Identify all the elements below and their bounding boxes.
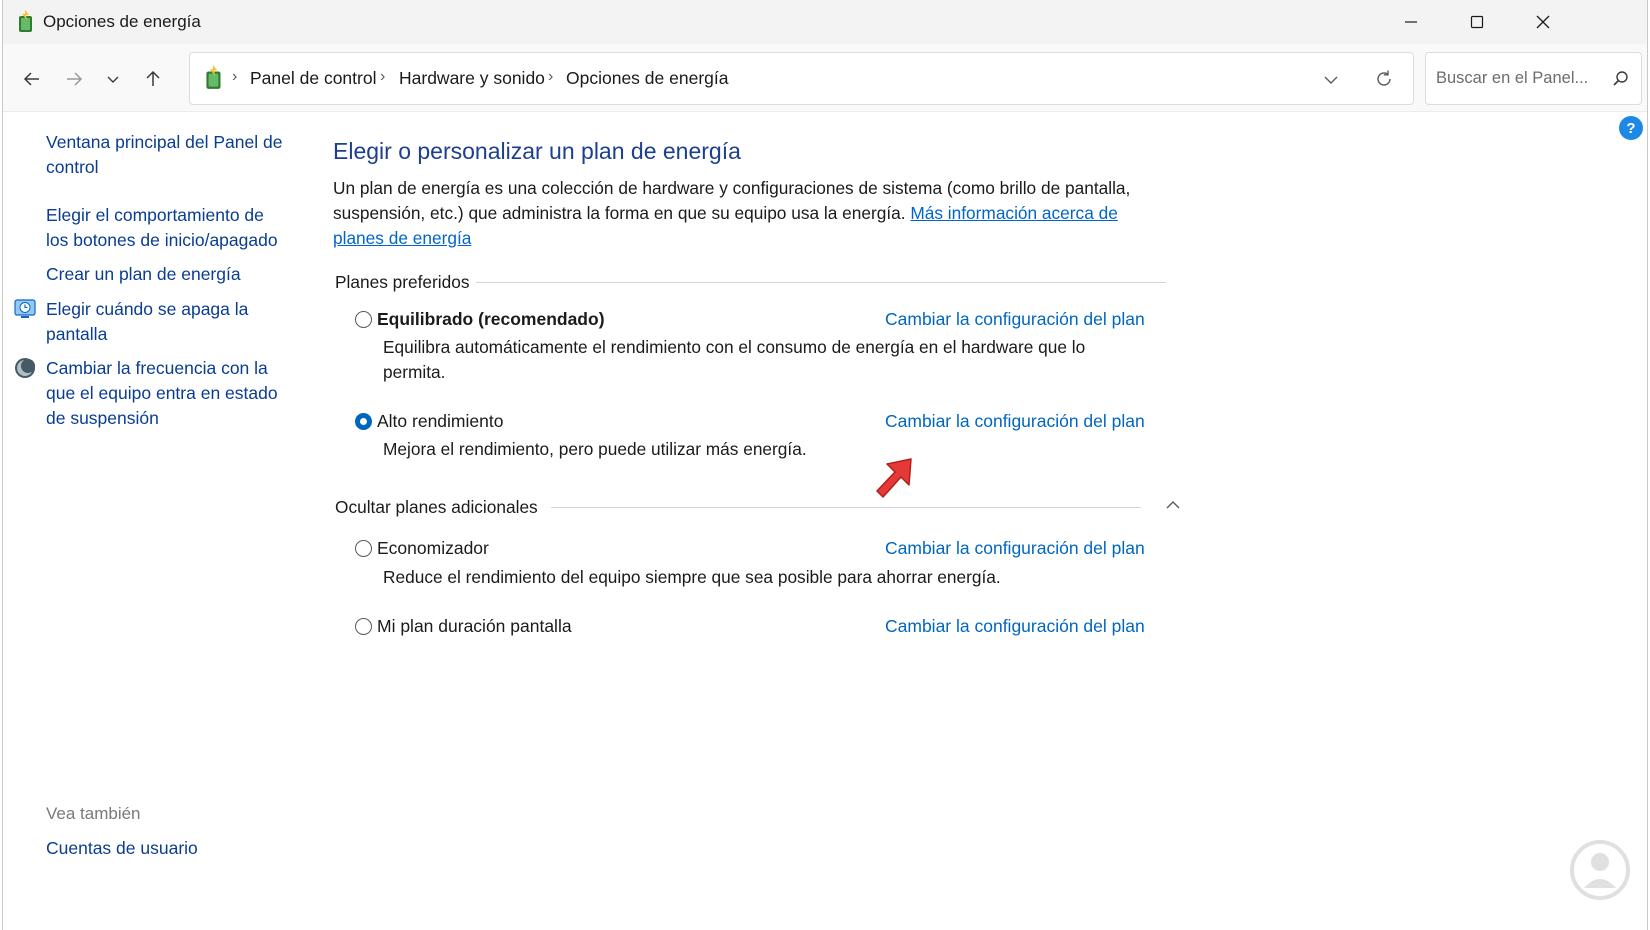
change-plan-link-high-performance[interactable]: Cambiar la configuración del plan [885, 411, 1145, 432]
plan-radio-custom[interactable] [355, 618, 372, 635]
search-placeholder: Buscar en el Panel... [1436, 69, 1589, 87]
plan-radio-power-saver[interactable] [355, 540, 372, 557]
plan-radio-balanced[interactable] [355, 311, 372, 328]
watermark-logo-icon [1568, 838, 1632, 902]
navigation-bar: › Panel de control › Hardware y sonido ›… [3, 44, 1647, 112]
address-bar[interactable]: › Panel de control › Hardware y sonido ›… [189, 52, 1414, 105]
chevron-up-icon[interactable] [1164, 498, 1182, 512]
plan-description-balanced: Equilibra automáticamente el rendimiento… [383, 337, 1086, 382]
see-also-user-accounts[interactable]: Cuentas de usuario [46, 838, 198, 859]
page-title: Elegir o personalizar un plan de energía [333, 138, 741, 164]
annotation-arrow-icon [871, 455, 923, 507]
minimize-icon [1405, 21, 1417, 23]
plan-name-balanced[interactable]: Equilibrado (recomendado) [377, 309, 605, 330]
sidebar-link-create-plan[interactable]: Crear un plan de energía [46, 262, 291, 287]
search-icon[interactable] [1611, 69, 1631, 89]
breadcrumb-separator: › [380, 68, 386, 85]
chevron-down-icon [107, 76, 119, 83]
forward-button[interactable] [61, 66, 87, 92]
see-also-label: Vea también [46, 804, 141, 823]
intro-paragraph: Un plan de energía es una colección de h… [333, 176, 1173, 251]
breadcrumb-opciones-de-energia[interactable]: Opciones de energía [566, 68, 728, 89]
chevron-down-icon [1324, 76, 1338, 84]
plan-description-high-performance: Mejora el rendimiento, pero puede utiliz… [383, 439, 807, 459]
close-icon [1536, 15, 1550, 29]
change-plan-link-power-saver[interactable]: Cambiar la configuración del plan [885, 538, 1145, 559]
breadcrumb-separator: › [232, 68, 238, 85]
power-options-icon [202, 65, 226, 91]
sidebar-link-sleep-frequency[interactable]: Cambiar la frecuencia con la que el equi… [46, 356, 291, 431]
plan-radio-high-performance[interactable] [355, 413, 372, 430]
maximize-icon [1470, 15, 1484, 29]
plan-name-power-saver[interactable]: Economizador [377, 538, 489, 559]
arrow-left-icon [23, 72, 39, 86]
divider [551, 507, 1141, 508]
sidebar-link-control-panel-home[interactable]: Ventana principal del Panel de control [46, 130, 291, 180]
display-timer-icon [13, 296, 39, 322]
window-title: Opciones de energía [43, 12, 201, 31]
sleep-moon-icon [13, 356, 39, 382]
change-plan-link-custom[interactable]: Cambiar la configuración del plan [885, 616, 1145, 637]
back-button[interactable] [19, 66, 45, 92]
maximize-button[interactable] [1443, 0, 1511, 44]
minimize-button[interactable] [1377, 0, 1445, 44]
up-button[interactable] [140, 66, 166, 92]
sidebar-link-display-off[interactable]: Elegir cuándo se apaga la pantalla [46, 297, 291, 347]
breadcrumb-separator: › [548, 68, 554, 85]
plan-name-custom[interactable]: Mi plan duración pantalla [377, 616, 572, 637]
plan-description-power-saver: Reduce el rendimiento del equipo siempre… [383, 567, 1001, 587]
arrow-right-icon [67, 72, 83, 86]
power-options-icon [15, 10, 37, 34]
breadcrumb-panel-de-control[interactable]: Panel de control [250, 68, 376, 89]
sidebar: Ventana principal del Panel de control E… [3, 112, 303, 930]
recent-locations-button[interactable] [100, 66, 126, 92]
sidebar-link-power-buttons[interactable]: Elegir el comportamiento de los botones … [46, 203, 291, 253]
arrow-up-icon [146, 70, 160, 86]
breadcrumb-hardware-y-sonido[interactable]: Hardware y sonido [399, 68, 545, 89]
preferred-plans-heading: Planes preferidos [335, 272, 470, 292]
address-history-button[interactable] [1320, 69, 1342, 91]
close-button[interactable] [1509, 0, 1577, 44]
change-plan-link-balanced[interactable]: Cambiar la configuración del plan [885, 309, 1145, 330]
power-options-window: Opciones de energía › Panel de control ›… [2, 0, 1648, 930]
plan-name-high-performance[interactable]: Alto rendimiento [377, 411, 503, 432]
refresh-icon [1377, 70, 1391, 86]
help-icon[interactable]: ? [1619, 116, 1643, 140]
additional-plans-heading: Ocultar planes adicionales [335, 497, 538, 517]
divider [476, 282, 1166, 283]
search-input[interactable]: Buscar en el Panel... [1425, 52, 1642, 105]
title-bar: Opciones de energía [3, 0, 1647, 44]
refresh-button[interactable] [1373, 68, 1395, 90]
